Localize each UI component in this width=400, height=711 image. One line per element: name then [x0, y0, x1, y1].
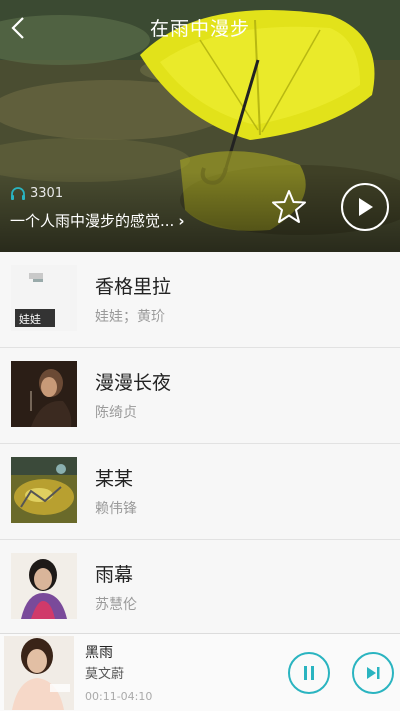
now-playing-artist: 莫文蔚 — [85, 667, 125, 682]
chevron-right-icon: › — [178, 211, 185, 230]
playlist-description: 一个人雨中漫步的感觉... — [10, 212, 175, 230]
pause-icon — [304, 666, 314, 680]
now-playing-time: 00:11-04:10 — [85, 690, 153, 703]
play-icon — [359, 198, 373, 216]
play-all-button[interactable] — [341, 183, 389, 231]
star-outline-icon — [272, 190, 306, 223]
song-row[interactable]: 雨幕 苏慧伦 — [0, 540, 400, 636]
album-cover — [11, 361, 77, 427]
song-title: 雨幕 — [95, 564, 134, 586]
song-title: 香格里拉 — [95, 276, 172, 298]
mini-player[interactable]: 黑雨 莫文蔚 00:11-04:10 — [0, 633, 400, 711]
song-list: 娃娃 香格里拉 娃娃；黄玠 漫漫长夜 陈绮贞 某某 赖伟锋 雨幕 苏慧伦 — [0, 252, 400, 636]
song-row[interactable]: 娃娃 香格里拉 娃娃；黄玠 — [0, 252, 400, 348]
listen-count: 3301 — [10, 186, 63, 201]
headphones-icon — [11, 186, 25, 200]
song-artist: 娃娃；黄玠 — [95, 309, 165, 325]
now-playing-title: 黑雨 — [85, 645, 113, 661]
song-row[interactable]: 某某 赖伟锋 — [0, 444, 400, 540]
album-cover: 娃娃 — [11, 265, 77, 331]
song-artist: 苏慧伦 — [95, 597, 137, 613]
album-cover — [11, 553, 77, 619]
next-button[interactable] — [352, 652, 394, 694]
album-cover — [11, 457, 77, 523]
skip-next-icon — [367, 667, 380, 679]
song-row[interactable]: 漫漫长夜 陈绮贞 — [0, 348, 400, 444]
song-title: 漫漫长夜 — [95, 372, 172, 394]
playlist-hero: 在雨中漫步 3301 一个人雨中漫步的感觉... › — [0, 0, 400, 252]
now-playing-cover — [4, 636, 74, 710]
playlist-description-link[interactable]: 一个人雨中漫步的感觉... › — [10, 210, 185, 231]
song-artist: 赖伟锋 — [95, 501, 137, 517]
page-title: 在雨中漫步 — [149, 18, 250, 40]
listen-count-value: 3301 — [30, 186, 64, 201]
favorite-button[interactable] — [270, 188, 308, 226]
song-title: 某某 — [95, 468, 134, 490]
pause-button[interactable] — [288, 652, 330, 694]
song-artist: 陈绮贞 — [95, 405, 137, 421]
album-cover-text: 娃娃 — [19, 313, 41, 326]
